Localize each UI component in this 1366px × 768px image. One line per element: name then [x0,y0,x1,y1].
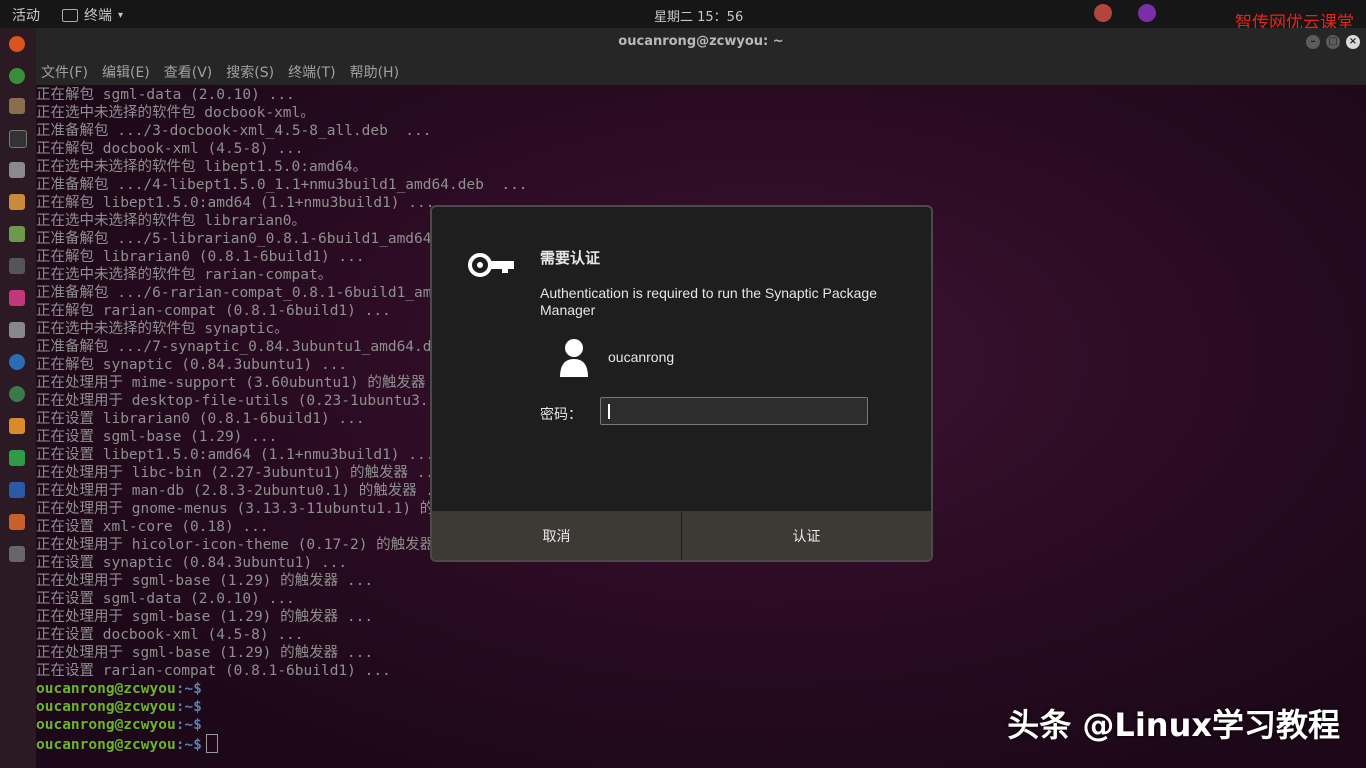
text-editor-icon[interactable] [9,162,25,178]
firefox-tray-icon[interactable] [1138,4,1156,22]
app-menu[interactable]: 终端 ▾ [62,5,123,25]
watermark-bottom: 头条 @Linux学习教程 [1007,706,1340,744]
firefox-icon[interactable] [9,36,25,52]
terminal-line: 正在选中未选择的软件包 libept1.5.0:amd64。 [36,159,368,175]
menu-terminal[interactable]: 终端(T) [288,62,335,82]
terminal-dock-icon[interactable] [9,130,27,148]
minimize-icon[interactable]: – [1306,35,1320,49]
window-title: oucanrong@zcwyou: ~ [618,34,784,49]
auth-dialog: 需要认证 Authentication is required to run t… [430,205,933,562]
terminal-icon [62,8,78,22]
clock[interactable]: 星期二 15：56 [654,6,743,25]
spreadsheet-icon[interactable] [9,450,25,466]
password-label: 密码： [540,406,582,422]
terminal-line: 正在解包 docbook-xml (4.5-8) ... [36,141,304,157]
terminal-line: 正在解包 sgml-data (2.0.10) ... [36,87,295,103]
dialog-buttons: 取消 认证 [432,511,931,560]
prompt-user: oucanrong@zcwyou [36,681,176,697]
dock [0,28,36,768]
terminal-prompt: oucanrong@zcwyou:~$ [36,680,1356,698]
terminal-line: 正在处理用于 sgml-base (1.29) 的触发器 ... [36,609,374,625]
calculator-icon[interactable] [9,258,25,274]
chevron-down-icon: ▾ [118,9,124,21]
music-icon[interactable] [9,290,25,306]
app-menu-label: 终端 [84,8,112,24]
terminal-line: 正在处理用于 sgml-base (1.29) 的触发器 ... [36,573,374,589]
menu-help[interactable]: 帮助(H) [350,62,399,82]
show-apps-icon[interactable] [9,546,25,562]
chrome-icon[interactable] [9,68,25,84]
terminal-line: 正在设置 sgml-data (2.0.10) ... [36,591,295,607]
user-avatar-icon [560,339,588,377]
gimp-icon[interactable] [9,226,25,242]
terminal-line: 正在设置 rarian-compat (0.8.1-6build1) ... [36,663,391,679]
presentation-icon[interactable] [9,514,25,530]
terminal-cursor [205,734,218,753]
menu-file[interactable]: 文件(F) [41,62,88,82]
terminal-line: 正准备解包 .../4-libept1.5.0_1.1+nmu3build1_a… [36,177,528,193]
dialog-message: Authentication is required to run the Sy… [540,285,877,318]
prompt-path: :~$ [175,699,202,715]
close-icon[interactable]: × [1346,35,1360,49]
window-titlebar[interactable]: oucanrong@zcwyou: ~ – □ × [36,28,1366,58]
menu-search[interactable]: 搜索(S) [226,62,274,82]
globe-icon[interactable] [9,386,25,402]
terminal-line: 正在选中未选择的软件包 docbook-xml。 [36,105,315,121]
menu-bar: 文件(F) 编辑(E) 查看(V) 搜索(S) 终端(T) 帮助(H) [36,58,1366,85]
dialog-title: 需要认证 [540,250,601,267]
terminal-line: 正在设置 docbook-xml (4.5-8) ... [36,627,304,643]
prompt-path: :~$ [175,681,202,697]
software-icon[interactable] [9,418,25,434]
alarm-icon[interactable] [1094,4,1112,22]
system-tray [1094,4,1156,22]
window-controls: – □ × [1306,35,1360,49]
top-panel: 活动 终端 ▾ 星期二 15：56 智传网优云课堂 [0,0,1366,33]
menu-view[interactable]: 查看(V) [164,62,213,82]
prompt-user: oucanrong@zcwyou [36,717,176,733]
monitor-icon[interactable] [9,482,25,498]
text-caret [608,404,610,419]
password-input[interactable] [600,397,868,425]
files-icon[interactable] [9,98,25,114]
book-icon[interactable] [9,322,25,338]
cancel-button[interactable]: 取消 [432,512,682,560]
username: oucanrong [608,349,675,365]
key-icon [468,253,514,277]
maximize-icon[interactable]: □ [1326,35,1340,49]
activities-button[interactable]: 活动 [12,5,40,25]
terminal-line: 正准备解包 .../3-docbook-xml_4.5-8_all.deb ..… [36,123,432,139]
authenticate-button[interactable]: 认证 [682,512,931,560]
prompt-path: :~$ [175,717,202,733]
prompt-path: :~$ [175,737,202,753]
prompt-user: oucanrong@zcwyou [36,699,176,715]
menu-edit[interactable]: 编辑(E) [102,62,150,82]
terminal-line: 正在处理用于 sgml-base (1.29) 的触发器 ... [36,645,374,661]
browser-icon[interactable] [9,354,25,370]
prompt-user: oucanrong@zcwyou [36,737,176,753]
notes-icon[interactable] [9,194,25,210]
